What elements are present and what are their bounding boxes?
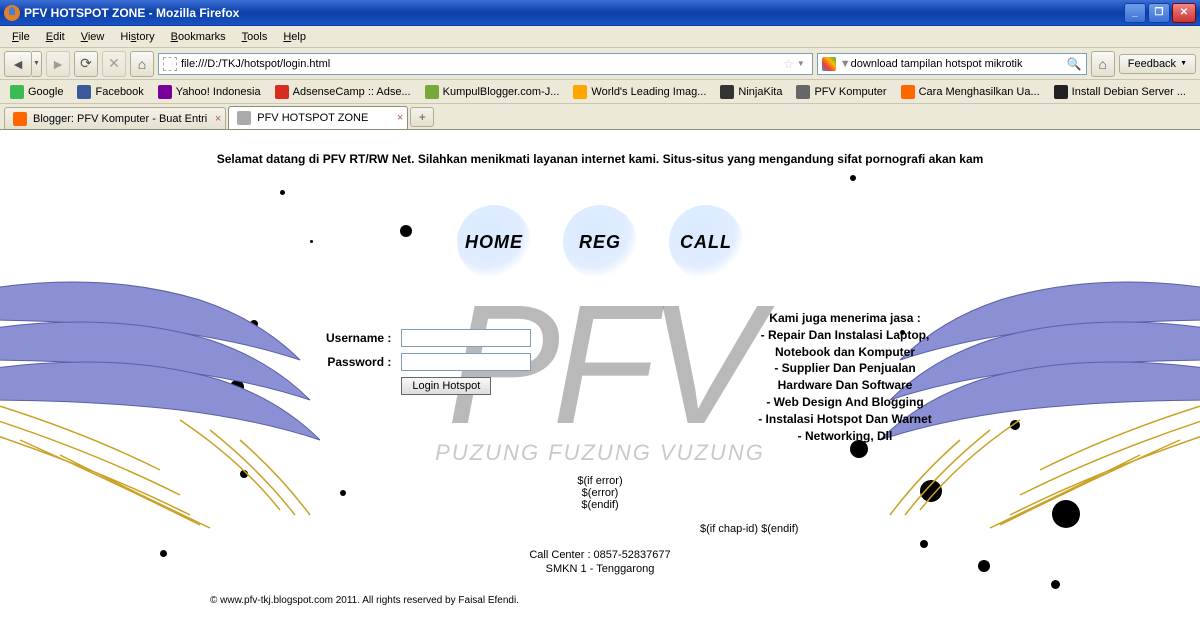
- bookmark-favicon: [1054, 85, 1068, 99]
- home-button-2[interactable]: ⌂: [1091, 51, 1115, 77]
- nav-home[interactable]: HOME: [457, 205, 531, 279]
- url-bar[interactable]: file:///D:/TKJ/hotspot/login.html ☆ ▼: [158, 53, 813, 75]
- bookmark-label: AdsenseCamp :: Adse...: [293, 86, 411, 98]
- bookmark-favicon: [425, 85, 439, 99]
- search-text: download tampilan hotspot mikrotik: [851, 58, 1063, 70]
- menu-bookmarks[interactable]: Bookmarks: [163, 29, 234, 45]
- footer-copyright: © www.pfv-tkj.blogspot.com 2011. All rig…: [210, 595, 519, 606]
- search-icon[interactable]: 🔍: [1063, 57, 1082, 71]
- forward-button[interactable]: ►: [46, 51, 70, 77]
- url-dropdown-icon[interactable]: ▼: [794, 59, 808, 68]
- pfv-subtitle: PUZUNG FUZUNG VUZUNG: [435, 440, 765, 466]
- bookmark-item[interactable]: NinjaKita: [714, 83, 788, 101]
- password-label: Password :: [322, 351, 395, 373]
- bookmarks-toolbar: Google Facebook Yahoo! Indonesia AdsenseCam…: [0, 80, 1200, 104]
- menu-file[interactable]: File: [4, 29, 38, 45]
- login-form: Username : Password :: [320, 325, 537, 399]
- bookmark-label: Facebook: [95, 86, 143, 98]
- close-button[interactable]: ✕: [1172, 3, 1196, 23]
- bookmark-label: Install Debian Server ...: [1072, 86, 1186, 98]
- error-block: $(if error) $(error) $(endif): [577, 475, 622, 511]
- bookmark-favicon: [901, 85, 915, 99]
- tab-label: Blogger: PFV Komputer - Buat Entri: [33, 113, 207, 125]
- bookmark-favicon: [10, 85, 24, 99]
- back-dropdown[interactable]: ▼: [32, 51, 42, 77]
- firefox-icon: [4, 5, 20, 21]
- stop-button[interactable]: ✕: [102, 51, 126, 77]
- menu-edit[interactable]: Edit: [38, 29, 73, 45]
- tab-close-icon[interactable]: ×: [215, 113, 221, 125]
- bookmark-favicon: [720, 85, 734, 99]
- reload-button[interactable]: ⟳: [74, 51, 98, 77]
- bookmark-item[interactable]: Cara Menghasilkan Ua...: [895, 83, 1046, 101]
- navigation-toolbar: ◄ ▼ ► ⟳ ✕ ⌂ file:///D:/TKJ/hotspot/login…: [0, 48, 1200, 80]
- bookmark-favicon: [275, 85, 289, 99]
- page-content: Selamat datang di PFV RT/RW Net. Silahka…: [0, 130, 1200, 630]
- bookmark-star-icon[interactable]: ☆: [783, 57, 794, 71]
- window-title: PFV HOTSPOT ZONE - Mozilla Firefox: [24, 6, 239, 20]
- tab-favicon: [13, 112, 27, 126]
- welcome-text: Selamat datang di PFV RT/RW Net. Silahka…: [217, 152, 984, 166]
- bookmark-label: KumpulBlogger.com-J...: [443, 86, 560, 98]
- bookmark-item[interactable]: World's Leading Imag...: [567, 83, 712, 101]
- menu-help[interactable]: Help: [275, 29, 314, 45]
- tab-close-icon[interactable]: ×: [397, 112, 403, 124]
- back-button[interactable]: ◄: [4, 51, 32, 77]
- tab-favicon: [237, 111, 251, 125]
- menu-history[interactable]: History: [112, 29, 162, 45]
- bookmark-favicon: [158, 85, 172, 99]
- new-tab-button[interactable]: +: [410, 107, 434, 127]
- tab-label: PFV HOTSPOT ZONE: [257, 112, 368, 124]
- services-text: Kami juga menerima jasa : - Repair Dan I…: [740, 310, 950, 444]
- bookmark-label: Cara Menghasilkan Ua...: [919, 86, 1040, 98]
- username-input[interactable]: [401, 329, 531, 347]
- bookmark-label: NinjaKita: [738, 86, 782, 98]
- password-input[interactable]: [401, 353, 531, 371]
- feedback-button[interactable]: Feedback ▼: [1119, 54, 1196, 74]
- search-engine-dropdown[interactable]: ▼: [840, 58, 851, 70]
- bookmark-item[interactable]: PFV Komputer: [790, 83, 892, 101]
- bookmark-label: World's Leading Imag...: [591, 86, 706, 98]
- menu-bar: File Edit View History Bookmarks Tools H…: [0, 26, 1200, 48]
- tab-strip: Blogger: PFV Komputer - Buat Entri×PFV H…: [0, 104, 1200, 130]
- bookmark-label: Yahoo! Indonesia: [176, 86, 261, 98]
- bookmark-label: Google: [28, 86, 63, 98]
- menu-view[interactable]: View: [73, 29, 113, 45]
- google-icon: [822, 57, 836, 71]
- minimize-button[interactable]: _: [1124, 3, 1146, 23]
- browser-tab[interactable]: PFV HOTSPOT ZONE ×: [228, 106, 408, 129]
- bookmark-favicon: [796, 85, 810, 99]
- bookmark-favicon: [573, 85, 587, 99]
- username-label: Username :: [322, 327, 395, 349]
- footer-contact: Call Center : 0857-52837677 SMKN 1 - Ten…: [529, 548, 670, 577]
- bookmark-label: PFV Komputer: [814, 86, 886, 98]
- page-icon: [163, 57, 177, 71]
- login-button[interactable]: [401, 377, 491, 395]
- nav-call[interactable]: CALL: [669, 205, 743, 279]
- url-text: file:///D:/TKJ/hotspot/login.html: [181, 58, 783, 70]
- bookmark-item[interactable]: Yahoo! Indonesia: [152, 83, 267, 101]
- bookmark-item[interactable]: SYSTEM OF BLOG: Da...: [1194, 83, 1200, 101]
- nav-reg[interactable]: REG: [563, 205, 637, 279]
- browser-tab[interactable]: Blogger: PFV Komputer - Buat Entri ×: [4, 107, 226, 129]
- search-bar[interactable]: ▼ download tampilan hotspot mikrotik 🔍: [817, 53, 1087, 75]
- bookmark-item[interactable]: AdsenseCamp :: Adse...: [269, 83, 417, 101]
- bookmark-item[interactable]: Facebook: [71, 83, 149, 101]
- nav-circles: HOME REG CALL: [457, 205, 743, 279]
- bookmark-item[interactable]: KumpulBlogger.com-J...: [419, 83, 566, 101]
- home-button[interactable]: ⌂: [130, 51, 154, 77]
- chap-text: $(if chap-id) $(endif): [700, 523, 798, 535]
- bookmark-favicon: [77, 85, 91, 99]
- menu-tools[interactable]: Tools: [234, 29, 276, 45]
- window-titlebar: PFV HOTSPOT ZONE - Mozilla Firefox _ ❐ ✕: [0, 0, 1200, 26]
- wing-left-decoration: [0, 270, 320, 530]
- bookmark-item[interactable]: Google: [4, 83, 69, 101]
- bookmark-item[interactable]: Install Debian Server ...: [1048, 83, 1192, 101]
- maximize-button[interactable]: ❐: [1148, 3, 1170, 23]
